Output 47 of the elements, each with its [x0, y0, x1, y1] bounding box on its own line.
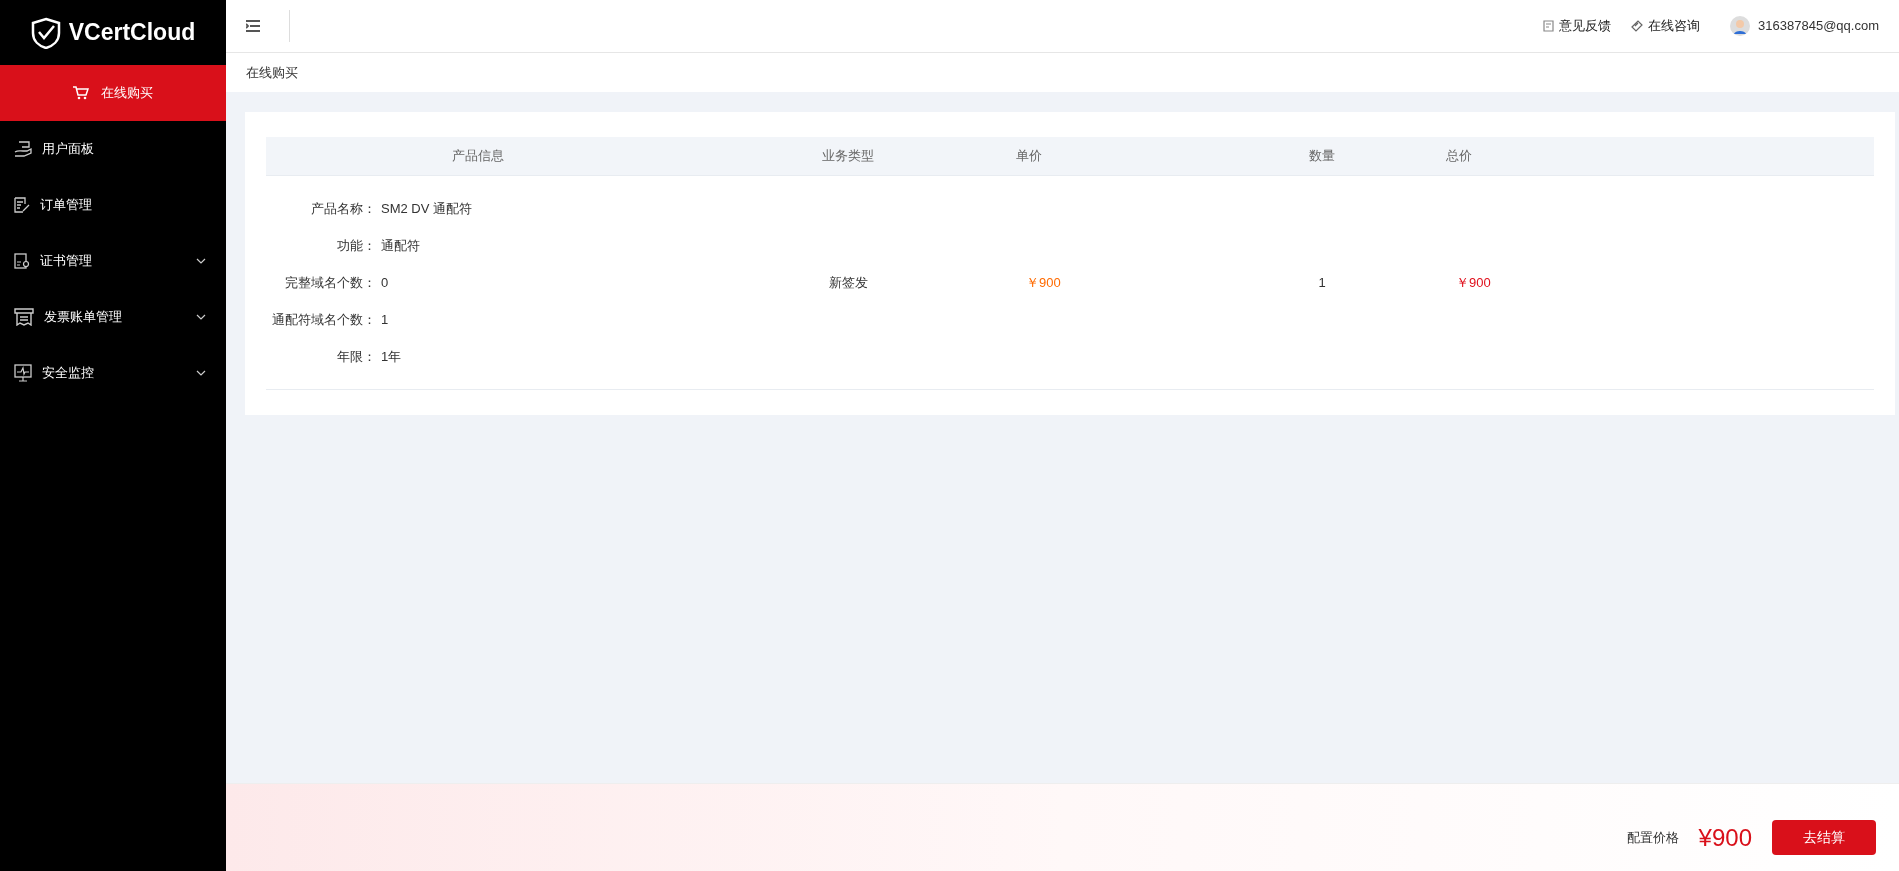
- unit-price: ￥900: [1026, 274, 1061, 290]
- field-value: 0: [380, 273, 389, 292]
- column-header: 产品信息: [452, 148, 504, 164]
- total-price-cell: ￥900: [1456, 274, 1491, 290]
- chevron-down-icon: [196, 314, 206, 320]
- chevron-down-icon: [196, 258, 206, 264]
- field-label: 完整域名个数：: [284, 273, 376, 292]
- sidebar-item[interactable]: 安全监控: [0, 345, 226, 401]
- column-header: 总价: [1446, 148, 1472, 164]
- sidebar-item[interactable]: 在线购买: [0, 65, 226, 121]
- chat-icon: [1631, 20, 1644, 32]
- certificate-icon: [14, 253, 30, 269]
- field-value: 1年: [380, 347, 402, 366]
- total-price: ¥900: [1698, 822, 1752, 853]
- field-value: 通配符: [380, 236, 420, 255]
- cart-icon: [73, 86, 89, 100]
- field-label: 产品名称：: [310, 199, 376, 218]
- hand-icon: [14, 141, 32, 157]
- column-header: 业务类型: [822, 148, 874, 164]
- receipt-printer-icon: [14, 308, 34, 326]
- column-header: 单价: [1016, 148, 1042, 164]
- menu-icon[interactable]: [246, 20, 260, 32]
- business-type: 新签发: [828, 274, 868, 290]
- header-link[interactable]: 在线咨询: [1648, 16, 1701, 36]
- shield-check-icon: [30, 16, 61, 49]
- field-label: 功能：: [336, 236, 376, 255]
- avatar-icon[interactable]: [1730, 16, 1751, 36]
- sidebar-item[interactable]: 发票账单管理: [0, 289, 226, 345]
- column-header: 数量: [1309, 148, 1335, 164]
- quantity: 1: [1318, 274, 1326, 290]
- breadcrumb[interactable]: 在线购买: [246, 62, 298, 83]
- chevron-down-icon: [196, 370, 206, 376]
- user-email[interactable]: 316387845@qq.com: [1758, 16, 1879, 36]
- header-link[interactable]: 意见反馈: [1559, 16, 1612, 36]
- field-label: 年限：: [336, 347, 376, 366]
- price-label: 配置价格: [1626, 828, 1679, 847]
- sidebar-item[interactable]: 用户面板: [0, 121, 226, 177]
- document-edit-icon: [14, 197, 30, 213]
- checkout-button[interactable]: 去结算: [1772, 820, 1876, 855]
- sidebar-item[interactable]: 证书管理: [0, 233, 226, 289]
- field-label: 通配符域名个数：: [271, 310, 376, 329]
- field-value: SM2 DV 通配符: [380, 199, 472, 218]
- logo-text: VCertCloud: [68, 18, 196, 48]
- field-value: 1: [380, 310, 389, 329]
- edit-note-icon: [1543, 20, 1555, 32]
- monitor-icon: [14, 364, 32, 382]
- sidebar-item[interactable]: 订单管理: [0, 177, 226, 233]
